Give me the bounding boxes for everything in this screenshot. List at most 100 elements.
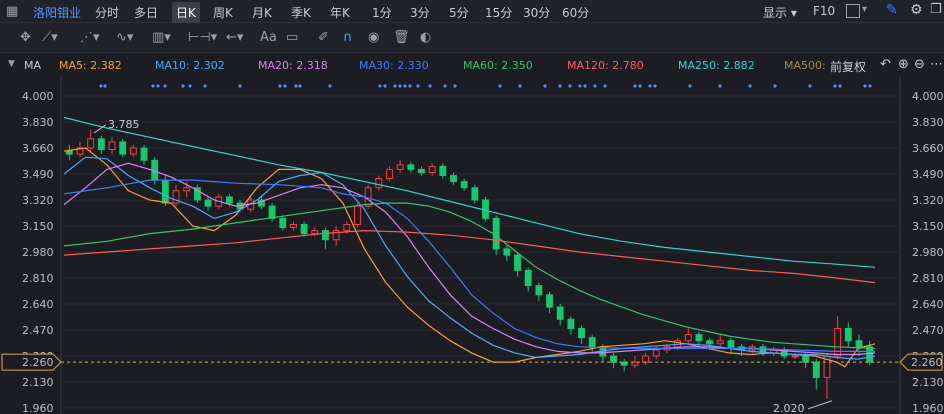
signal-marker xyxy=(378,84,382,88)
candle-body xyxy=(503,248,511,256)
signal-marker xyxy=(403,84,407,88)
ma-label[interactable]: MA xyxy=(24,59,41,72)
magnet-icon[interactable]: ∩ xyxy=(343,30,353,45)
ma-value-item[interactable]: MA120: 2.780 xyxy=(567,59,644,72)
window-restore-icon[interactable]: ❐ xyxy=(930,2,942,17)
wave-tool-icon[interactable]: ∿▾ xyxy=(116,30,133,45)
signal-marker xyxy=(398,84,402,88)
zoom-in-icon[interactable]: ⊕ xyxy=(898,57,909,72)
undo-icon[interactable]: ↶ xyxy=(880,57,891,72)
candle-body xyxy=(535,285,543,296)
candle-body xyxy=(129,147,137,155)
signal-marker xyxy=(833,84,837,88)
candle-body xyxy=(706,340,714,345)
y-tick-left: 1.960 xyxy=(22,402,54,414)
polyline-tool-icon[interactable]: ⋰▾ xyxy=(80,30,100,45)
candle-body xyxy=(524,269,532,287)
candle-body xyxy=(578,327,585,339)
ma-lines xyxy=(63,116,876,368)
y-tick-right: 4.000 xyxy=(912,90,944,103)
menu-icon[interactable]: ▦ xyxy=(6,4,18,19)
signal-marker xyxy=(443,84,447,88)
trash-icon[interactable]: 🗑 xyxy=(393,30,410,45)
period-tab[interactable]: 3分 xyxy=(410,4,430,21)
range-tool-icon[interactable]: ⊢⊣▾ xyxy=(188,30,217,45)
y-tick-left: 2.980 xyxy=(22,246,54,259)
adjust-mode[interactable]: 前复权 xyxy=(830,58,866,75)
eye-icon[interactable]: ◉ xyxy=(368,30,379,45)
arrow-tool-icon[interactable]: ←▾ xyxy=(226,30,243,45)
y-tick-right: 2.980 xyxy=(912,246,944,259)
settings-icon[interactable]: ⚙ xyxy=(910,2,923,18)
y-tick-right: 3.490 xyxy=(912,168,944,181)
f10-button[interactable]: F10 xyxy=(813,4,835,18)
period-tab[interactable]: 周K xyxy=(213,4,233,21)
period-tab[interactable]: 15分 xyxy=(485,4,512,21)
signal-marker xyxy=(748,84,752,88)
signal-marker xyxy=(638,84,642,88)
toggle-icon[interactable]: ◐ xyxy=(420,30,431,45)
candle-body xyxy=(855,340,863,348)
signal-marker xyxy=(283,84,287,88)
period-tab[interactable]: 多日 xyxy=(134,4,158,21)
signal-marker xyxy=(518,84,522,88)
ma-value-item[interactable]: MA30: 2.330 xyxy=(359,59,429,72)
y-tick-right: 3.320 xyxy=(912,194,944,207)
y-tick-right: 2.810 xyxy=(912,272,944,285)
candle-body xyxy=(161,179,169,204)
comment-icon[interactable]: ▭ xyxy=(286,30,298,45)
period-tab[interactable]: 60分 xyxy=(562,4,589,21)
y-tick-left: 3.320 xyxy=(22,194,54,207)
drawing-toolbar: ✥ ⟋▾ ⋰▾ ∿▾ ▥▾ ⊢⊣▾ ←▾ Aa ▭ ✐ ∩ ◉ 🗑 ◐ xyxy=(0,23,944,53)
candle-body xyxy=(119,141,127,155)
crosshair-icon[interactable]: ✥ xyxy=(20,30,31,45)
ma-line-ma60 xyxy=(63,202,876,349)
period-tab[interactable]: 分时 xyxy=(95,4,119,21)
kline-chart[interactable]: 4.000 4.000 3.830 3.830 3.660 3.660 3.490 3.490… xyxy=(0,77,944,414)
ma-value-item[interactable]: MA20: 2.318 xyxy=(258,59,328,72)
ma-value-item[interactable]: MA60: 2.350 xyxy=(463,59,533,72)
checkbox-icon[interactable] xyxy=(846,4,860,18)
period-tab[interactable]: 日K xyxy=(172,2,200,23)
zoom-out-icon[interactable]: ⊖ xyxy=(914,57,925,72)
signal-marker xyxy=(416,84,420,88)
signal-marker xyxy=(328,84,332,88)
stock-name[interactable]: 洛阳钼业 xyxy=(33,4,81,21)
ma-value-item[interactable]: MA10: 2.302 xyxy=(155,59,225,72)
candle-body xyxy=(610,355,617,363)
candle-body xyxy=(65,150,73,155)
y-tick-left: 2.470 xyxy=(22,324,54,337)
pen-icon[interactable]: ✎ xyxy=(886,2,898,18)
signal-markers xyxy=(99,84,872,88)
signal-marker xyxy=(408,84,412,88)
period-tab[interactable]: 30分 xyxy=(523,4,550,21)
period-tab[interactable]: 年K xyxy=(330,4,350,21)
current-price-left-tag: 2.260 xyxy=(1,353,62,371)
ma-value-item[interactable]: MA5: 2.382 xyxy=(59,59,122,72)
candle-body xyxy=(652,349,660,357)
fib-tool-icon[interactable]: ▥▾ xyxy=(152,30,171,45)
eraser-icon[interactable]: ✐ xyxy=(318,30,329,45)
signal-marker xyxy=(648,84,652,88)
indicator-bar: ▼ MA MA5: 2.382 MA10: 2.302 MA20: 2.318 MA3… xyxy=(0,53,944,77)
period-tab[interactable]: 1分 xyxy=(372,4,392,21)
y-tick-left: 3.660 xyxy=(22,142,54,155)
signal-marker xyxy=(156,84,160,88)
y-tick-right: 2.640 xyxy=(912,298,944,311)
period-tab[interactable]: 5分 xyxy=(449,4,469,21)
period-tab[interactable]: 季K xyxy=(291,4,311,21)
display-dropdown[interactable]: 显示 ▾ xyxy=(763,4,797,21)
signal-marker xyxy=(718,84,722,88)
text-tool[interactable]: Aa xyxy=(260,30,277,45)
candle-body xyxy=(428,165,436,173)
candle-body xyxy=(300,223,308,235)
ma-value-item[interactable]: MA250: 2.882 xyxy=(678,59,755,72)
more-icon[interactable]: ⋯ xyxy=(930,57,943,72)
collapse-icon[interactable]: ▼ xyxy=(8,59,15,69)
candle-body xyxy=(567,318,575,329)
line-tool-icon[interactable]: ⟋▾ xyxy=(42,30,58,45)
ma-value-item[interactable]: MA500: xyxy=(784,59,826,72)
chevron-down-icon[interactable]: ▾ xyxy=(862,4,867,15)
candle-body xyxy=(812,361,820,378)
period-tab[interactable]: 月K xyxy=(252,4,272,21)
